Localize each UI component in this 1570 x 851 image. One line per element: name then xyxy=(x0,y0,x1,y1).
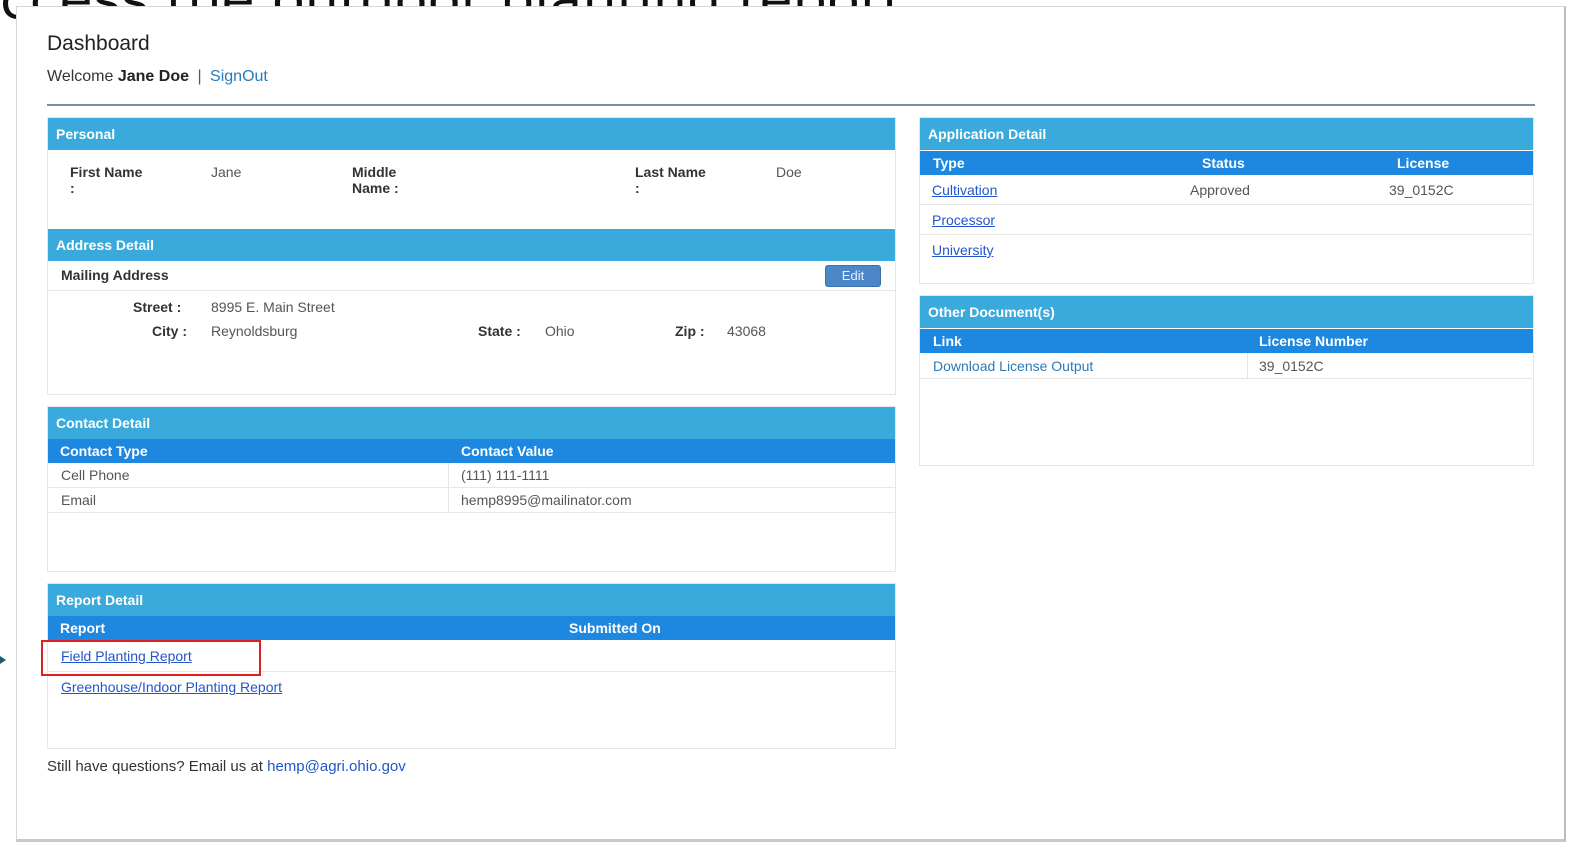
contact-panel: Contact Detail Contact Type Contact Valu… xyxy=(47,406,896,572)
report-col-submitted: Submitted On xyxy=(569,620,661,636)
header-divider xyxy=(47,104,1535,106)
license-number-cell: 39_0152C xyxy=(1259,358,1324,374)
footer: Still have questions? Email us at hemp@a… xyxy=(47,758,406,775)
contact-table-header: Contact Type Contact Value xyxy=(48,439,895,463)
city-label: City : xyxy=(152,323,187,339)
address-heading: Address Detail xyxy=(48,229,895,261)
report-heading: Report Detail xyxy=(48,584,895,616)
cell-divider xyxy=(1247,353,1248,378)
application-col-status: Status xyxy=(1202,155,1245,171)
welcome-separator: | xyxy=(197,68,202,85)
documents-col-link: Link xyxy=(933,333,962,349)
city-value: Reynoldsburg xyxy=(211,323,298,339)
middle-name-label: Middle xyxy=(352,164,397,180)
application-heading: Application Detail xyxy=(920,118,1533,150)
edit-address-button[interactable]: Edit xyxy=(825,265,881,287)
page-title: Dashboard xyxy=(47,32,150,55)
table-row: Processor xyxy=(920,205,1533,235)
table-row: Cultivation Approved 39_0152C xyxy=(920,175,1533,205)
contact-col-type: Contact Type xyxy=(60,443,148,459)
cell-divider xyxy=(448,488,449,512)
zip-label: Zip : xyxy=(675,323,705,339)
first-name-label: First Name xyxy=(70,164,143,180)
report-col-report: Report xyxy=(60,620,106,636)
download-license-output-link[interactable]: Download License Output xyxy=(933,353,1093,379)
application-type-cultivation-link[interactable]: Cultivation xyxy=(932,175,997,205)
table-row: Cell Phone (111) 111-1111 xyxy=(48,463,895,488)
contact-value-cell: hemp8995@mailinator.com xyxy=(461,492,632,508)
application-panel: Application Detail Type Status License C… xyxy=(919,117,1534,284)
application-table-header: Type Status License xyxy=(920,151,1533,175)
mailing-address-bar: Mailing Address Edit xyxy=(48,261,895,291)
zip-value: 43068 xyxy=(727,323,766,339)
state-value: Ohio xyxy=(545,323,575,339)
welcome-bar: Welcome Jane Doe | SignOut xyxy=(47,68,268,86)
footer-text: Still have questions? Email us at xyxy=(47,758,263,775)
support-email-link[interactable]: hemp@agri.ohio.gov xyxy=(267,758,406,775)
arrow-pointer-icon xyxy=(0,652,6,668)
last-name-label: Last Name xyxy=(635,164,706,180)
documents-panel: Other Document(s) Link License Number Do… xyxy=(919,295,1534,466)
contact-col-value: Contact Value xyxy=(461,443,554,459)
first-name-value: Jane xyxy=(211,164,242,180)
application-license-cell: 39_0152C xyxy=(1389,182,1454,198)
documents-heading: Other Document(s) xyxy=(920,296,1533,328)
street-label: Street : xyxy=(133,299,182,315)
greenhouse-planting-report-link[interactable]: Greenhouse/Indoor Planting Report xyxy=(61,672,282,702)
user-name: Jane Doe xyxy=(117,68,189,85)
application-type-university-link[interactable]: University xyxy=(932,235,993,265)
welcome-prefix: Welcome xyxy=(47,68,114,85)
table-row: Download License Output 39_0152C xyxy=(920,353,1533,379)
first-name-colon: : xyxy=(70,180,75,196)
contact-heading: Contact Detail xyxy=(48,407,895,439)
personal-panel: Personal First Name : Jane Middle Name :… xyxy=(47,117,896,395)
street-value: 8995 E. Main Street xyxy=(211,299,335,315)
contact-type-cell: Cell Phone xyxy=(61,467,130,483)
last-name-value: Doe xyxy=(776,164,802,180)
application-type-processor-link[interactable]: Processor xyxy=(932,205,995,235)
mailing-address-label: Mailing Address xyxy=(61,267,169,283)
cell-divider xyxy=(448,463,449,487)
last-name-colon: : xyxy=(635,180,640,196)
documents-col-license-number: License Number xyxy=(1259,333,1368,349)
middle-name-label-line2: Name : xyxy=(352,180,399,196)
signout-link[interactable]: SignOut xyxy=(210,68,268,85)
table-row: University xyxy=(920,235,1533,265)
contact-value-cell: (111) 111-1111 xyxy=(461,467,550,483)
personal-heading: Personal xyxy=(48,118,895,150)
table-row: Email hemp8995@mailinator.com xyxy=(48,488,895,513)
contact-type-cell: Email xyxy=(61,492,97,508)
application-col-license: License xyxy=(1397,155,1450,171)
application-col-type: Type xyxy=(933,155,965,171)
documents-table-header: Link License Number xyxy=(920,329,1533,353)
table-row: Greenhouse/Indoor Planting Report xyxy=(48,672,895,702)
application-status-cell: Approved xyxy=(1190,182,1250,198)
state-label: State : xyxy=(478,323,521,339)
report-table-header: Report Submitted On xyxy=(48,616,895,640)
highlight-box xyxy=(41,640,261,676)
